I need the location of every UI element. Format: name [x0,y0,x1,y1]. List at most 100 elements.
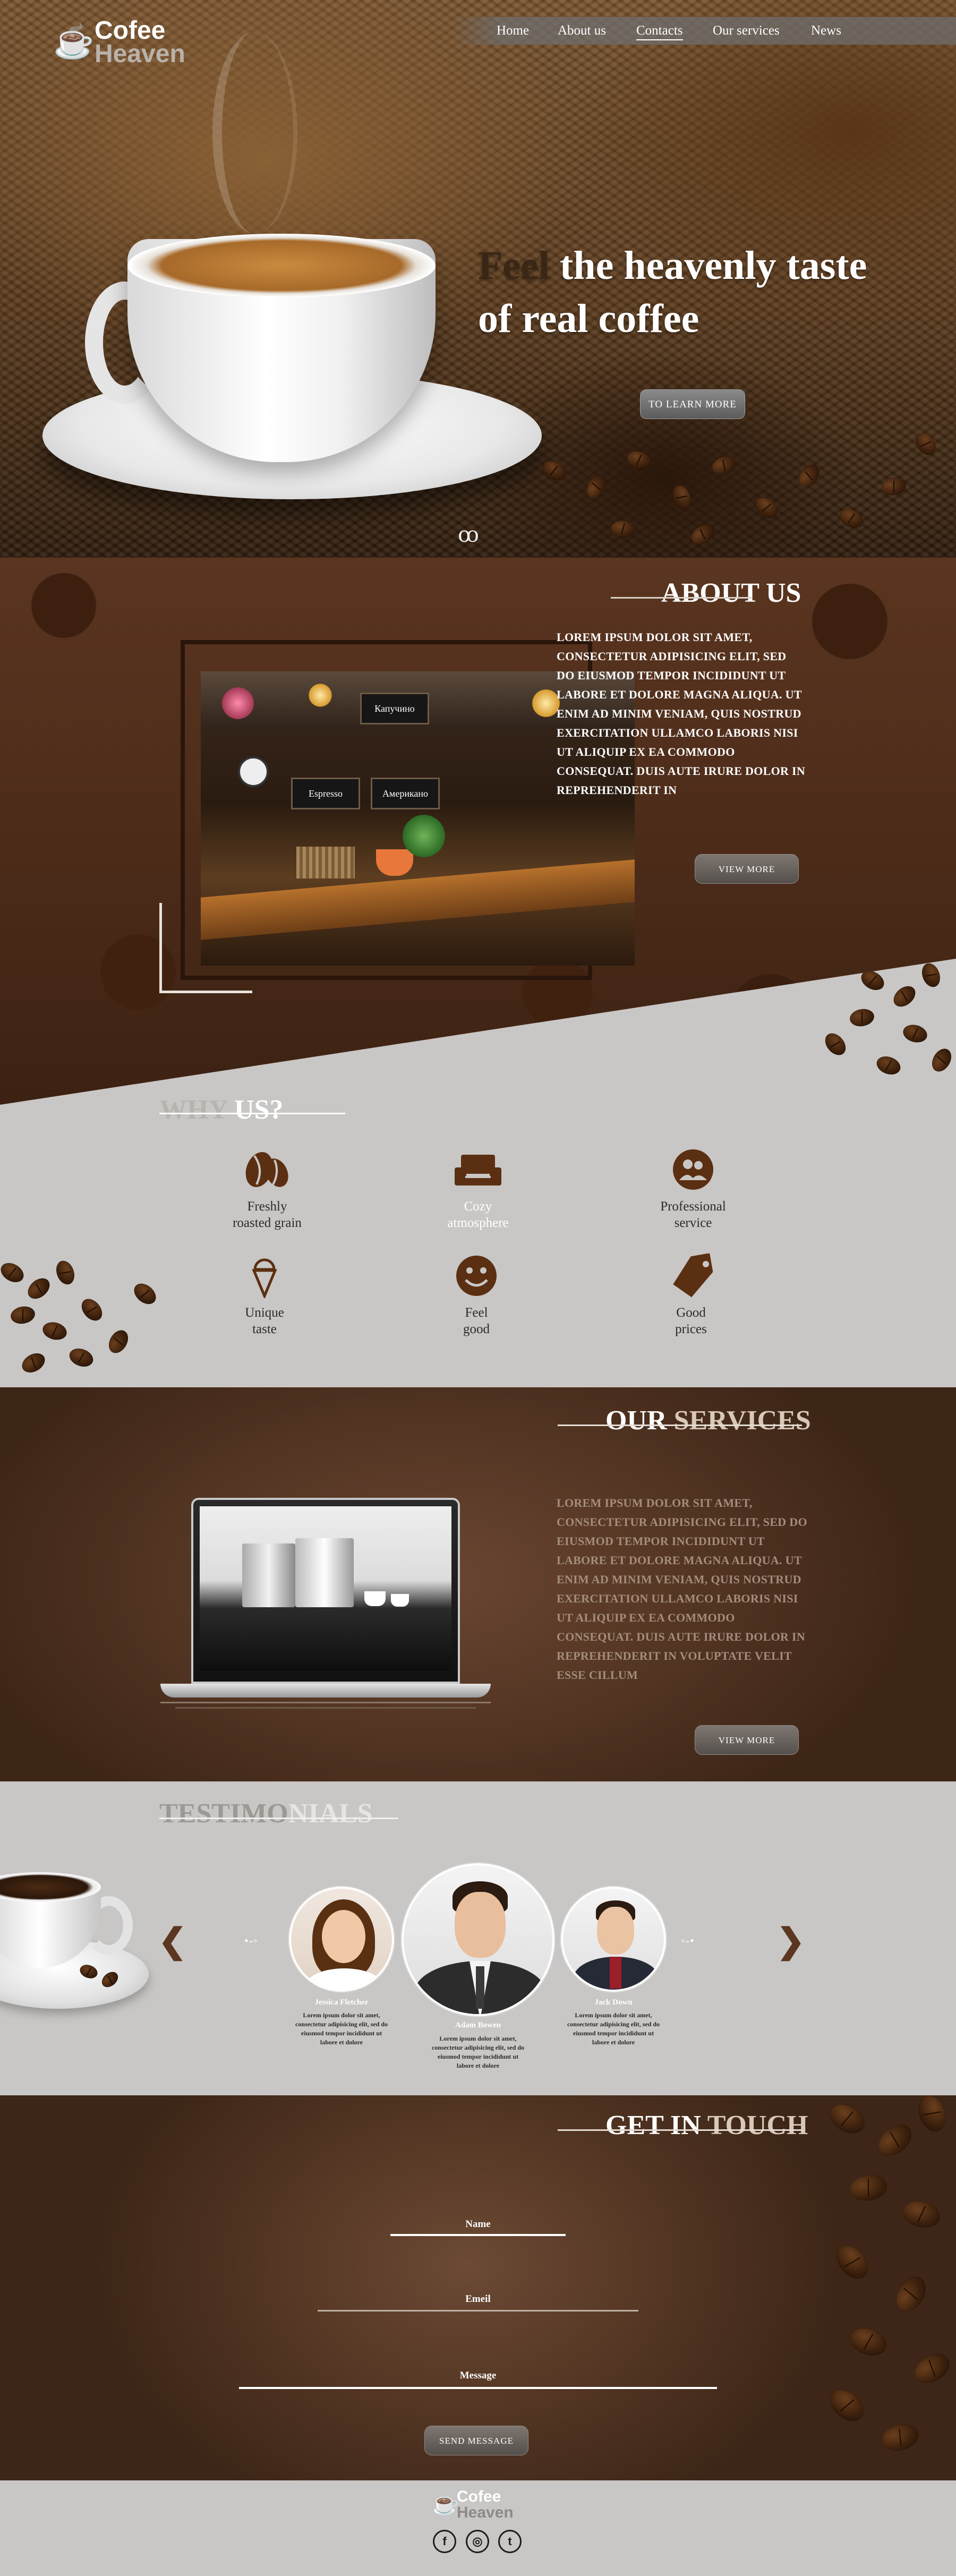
coffee-bean-decoration [105,1327,132,1357]
avatar-jessica[interactable] [289,1887,394,1992]
instagram-icon[interactable]: ◎ [466,2530,489,2553]
services-section: OUR SERVICES LOREM IPSUM DOLOR SIT AMET,… [0,1387,956,1781]
services-heading: OUR SERVICES [605,1405,811,1436]
site-logo[interactable]: ☕ Cofee Heaven [53,16,212,69]
coffee-bean-decoration [66,1345,96,1370]
coffee-bean-decoration [909,2348,955,2389]
why-heading-b: US? [234,1095,284,1125]
about-heading: ABOUT US [661,578,801,608]
testimonials-heading: TESTIMONIALS [159,1798,373,1829]
coffee-bean-decoration [794,461,824,491]
coffee-bean-decoration [821,1029,850,1059]
coffee-bean-decoration [928,1045,955,1075]
title-decor-line [558,2129,802,2131]
why-label: Cozy atmosphere [447,1199,509,1230]
why-us-title: WHY US? [159,1091,356,1129]
message-field-label: Message [459,2370,497,2381]
price-tag-icon [664,1253,718,1298]
contact-section: GET IN TOUCH [0,2091,956,2480]
next-arrow-icon[interactable]: ❯ [776,1924,805,1958]
services-view-more-button[interactable]: VIEW MORE [695,1725,799,1755]
hero-headline-line-2: of real coffee [478,296,699,341]
hero-word-feel: Feel [478,243,550,288]
coffee-bean-decoration [752,493,781,523]
why-item-unique-taste: Unique taste [201,1253,328,1337]
send-message-button[interactable]: SEND MESSAGE [424,2426,528,2455]
slider-dots-left: •-◦ [244,1934,258,1947]
menu-board: Американо [371,778,440,809]
coffee-bean-decoration [890,982,919,1011]
smiley-icon [450,1253,503,1298]
why-label: Unique taste [245,1306,284,1336]
prev-arrow-icon[interactable]: ❮ [158,1924,187,1958]
facebook-icon[interactable]: f [433,2530,456,2553]
coffee-cup-icon: ☕ [53,24,95,60]
services-body-text: LOREM IPSUM DOLOR SIT AMET, CONSECTETUR … [557,1496,807,1682]
why-heading: WHY US? [159,1091,284,1129]
why-item-cozy-atmosphere: Cozy atmosphere [414,1147,542,1231]
contact-title: GET IN TOUCH [558,2107,808,2144]
coffee-bean-decoration [901,1022,929,1045]
testimonial-name: Adam Bowen [455,2021,501,2029]
avatar-adam[interactable] [402,1863,554,2016]
coffee-bean-decoration [687,520,718,549]
nav-home[interactable]: Home [497,22,529,39]
name-field-label: Name [465,2219,491,2230]
why-item-good-prices: Good prices [627,1253,755,1337]
coffee-bean-decoration [824,2098,870,2139]
slider-dots-right: ◦-• [681,1934,695,1947]
coffee-bean-decoration [836,505,866,532]
face-shape [322,1910,365,1963]
hero-headline-rest: the heavenly taste [550,243,867,288]
coffee-bean-decoration [539,457,569,484]
coffee-bean-decoration [874,1053,903,1078]
ornament-icon: ꝏ [458,523,479,547]
avatar-jack[interactable] [561,1887,666,1992]
testimonial-text: Lorem ipsum dolor sit amet, consectetur … [567,2011,660,2046]
lamp-decoration [307,682,334,709]
title-decor-line [558,1425,802,1426]
nav-news[interactable]: News [811,22,841,39]
testimonial-name: Jessica Fletcher [314,1998,369,2007]
coffee-bean-decoration [0,1259,27,1286]
coffee-bean-decoration [848,1007,876,1028]
footer-logo-line-2[interactable]: Heaven [457,2504,514,2522]
nav-contacts[interactable]: Contacts [636,22,683,40]
why-item-professional-service: Professional service [629,1147,757,1231]
coffee-bean-decoration [872,2118,918,2162]
coffee-bean-decoration [625,448,653,472]
coffee-bean-decoration [53,1258,78,1287]
nav-about-us[interactable]: About us [558,22,606,39]
tie-shape [476,1966,484,2009]
flower-decoration [222,687,254,719]
coffee-machine-image [242,1543,295,1607]
people-icon [667,1147,720,1192]
nav-our-services[interactable]: Our services [713,22,780,39]
coffee-bean-decoration [824,2384,870,2427]
cup-image [391,1594,409,1607]
about-view-more-button[interactable]: VIEW MORE [695,854,799,884]
menu-board: Espresso [291,778,360,809]
learn-more-button[interactable]: TO LEARN MORE [640,389,745,419]
twitter-icon[interactable]: t [498,2530,522,2553]
corner-decor-line [159,903,162,993]
laptop-base [160,1684,491,1698]
title-strike-line [661,597,752,599]
coffee-bean-decoration [911,429,940,459]
coffee-bean-decoration [878,2420,922,2455]
footer-logo-line-1[interactable]: Cofee [457,2488,501,2506]
coffee-bean-decoration [669,482,694,512]
face-shape [597,1907,634,1955]
testimonial-text: Lorem ipsum dolor sit amet, consectetur … [431,2035,525,2069]
coffee-bean-decoration [610,519,636,539]
testimonial-text: Lorem ipsum dolor sit amet, consectetur … [295,2011,388,2046]
why-label: Good prices [675,1306,707,1336]
message-input[interactable] [239,2387,717,2389]
coffee-bean-decoration [831,2239,874,2285]
testimonials-title: TESTIMONIALS [159,1795,404,1832]
coffee-bean-decoration [880,476,908,497]
email-input[interactable] [318,2310,638,2311]
name-input[interactable] [390,2234,566,2236]
decor-line [160,1702,491,1703]
contact-heading: GET IN TOUCH [605,2110,808,2140]
